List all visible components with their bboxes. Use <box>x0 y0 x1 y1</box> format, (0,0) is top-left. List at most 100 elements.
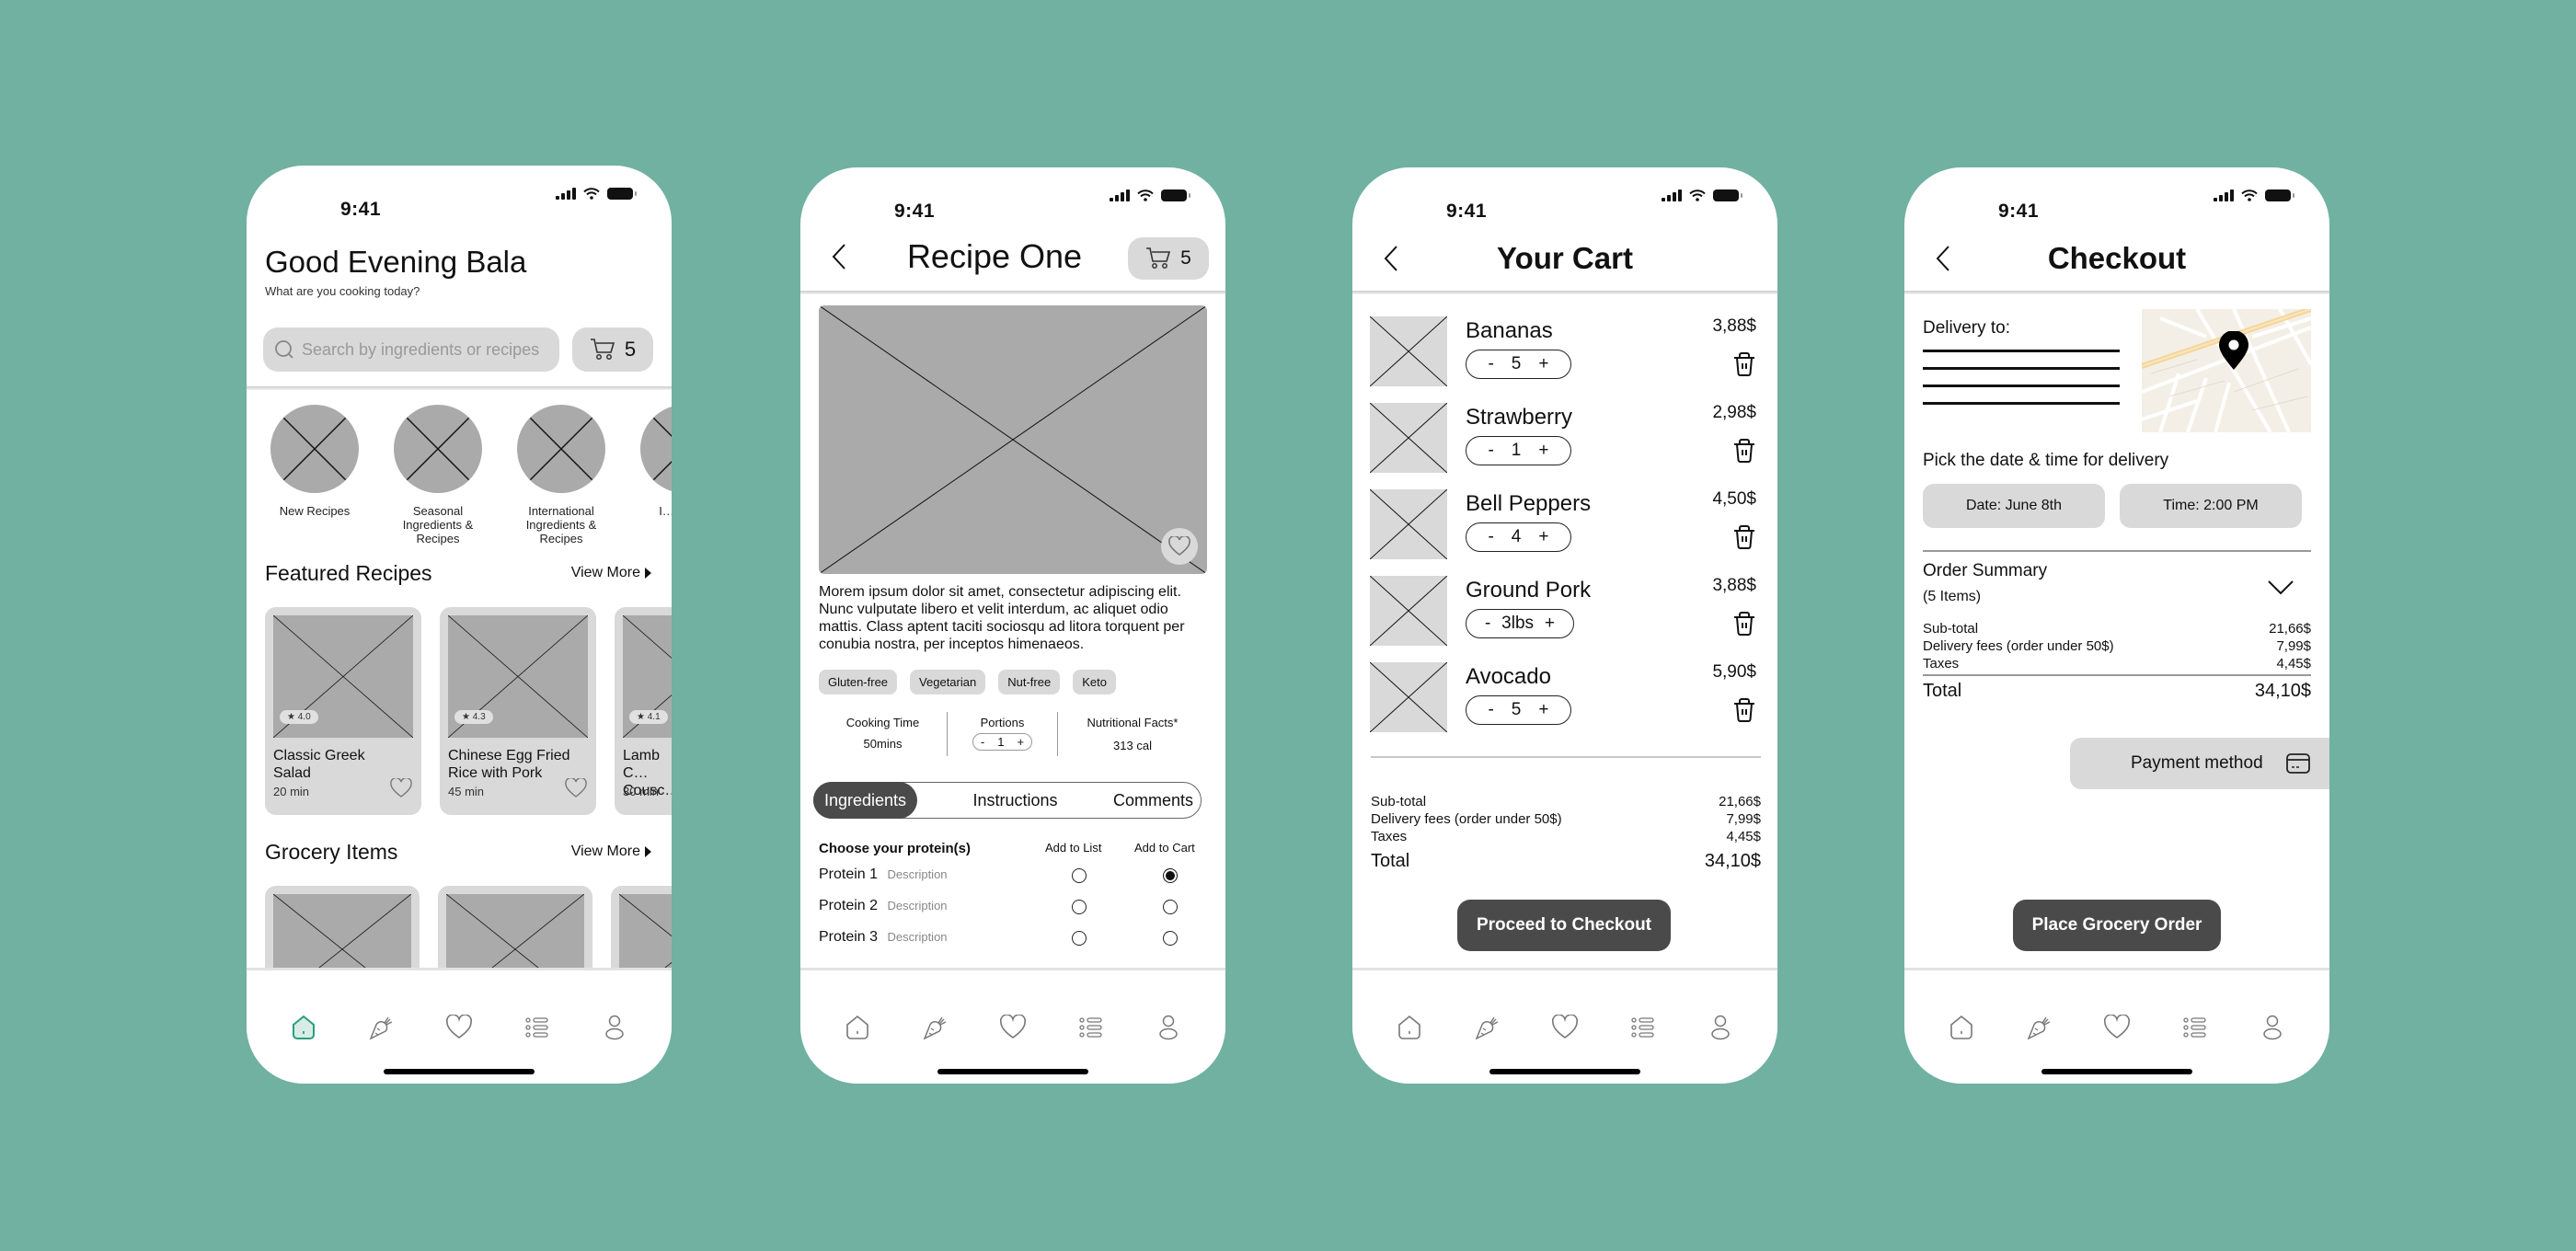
tag-chip[interactable]: Vegetarian <box>910 670 986 694</box>
tab-home[interactable] <box>841 1011 874 1044</box>
tab-lists[interactable] <box>1627 1011 1660 1044</box>
address-lines <box>1923 350 2120 405</box>
favorite-heart-icon[interactable] <box>565 778 587 798</box>
trash-icon[interactable] <box>1732 438 1756 464</box>
tab-recipes[interactable] <box>2023 1011 2056 1044</box>
tab-recipes[interactable] <box>1471 1011 1504 1044</box>
cart-button[interactable]: 5 <box>572 327 653 372</box>
proceed-to-checkout-button[interactable]: Proceed to Checkout <box>1457 900 1671 951</box>
tab-favorites[interactable] <box>2100 1011 2133 1044</box>
subtotal-row: Sub-total 21,66$ <box>1371 794 1761 809</box>
tab-ingredients[interactable]: Ingredients <box>813 782 918 819</box>
quantity-stepper[interactable]: -5 + <box>1466 695 1571 725</box>
order-summary-toggle[interactable]: Order Summary (5 Items) <box>1923 557 2311 613</box>
add-to-cart-radio[interactable] <box>1163 931 1178 946</box>
trash-icon[interactable] <box>1732 611 1756 637</box>
cart-count: 5 <box>624 338 637 361</box>
quantity-stepper[interactable]: -5 + <box>1466 350 1571 379</box>
favorite-button[interactable] <box>1161 528 1198 565</box>
search-input[interactable]: Search by ingredients or recipes <box>263 327 559 372</box>
payment-method-button[interactable]: Payment method <box>2070 738 2329 789</box>
tab-home[interactable] <box>1393 1011 1426 1044</box>
increment-button[interactable]: + <box>1017 735 1024 749</box>
increment-button[interactable]: + <box>1538 354 1548 374</box>
nutrition-stat: Nutritional Facts* 313 cal <box>1058 712 1207 756</box>
pick-date-time-label: Pick the date & time for delivery <box>1923 451 2169 470</box>
quantity-stepper[interactable]: -3lbs + <box>1466 609 1574 638</box>
quantity-value: 1 <box>1511 441 1522 460</box>
quantity-stepper[interactable]: -1 + <box>1466 436 1571 465</box>
status-time: 9:41 <box>1998 201 2040 222</box>
trash-icon[interactable] <box>1732 524 1756 550</box>
tab-favorites[interactable] <box>443 1011 476 1044</box>
add-to-list-radio[interactable] <box>1072 900 1087 914</box>
increment-button[interactable]: + <box>1538 441 1548 461</box>
tab-profile[interactable] <box>1704 1011 1737 1044</box>
tab-home[interactable] <box>287 1011 320 1044</box>
add-to-cart-radio[interactable] <box>1163 900 1178 914</box>
delivery-map[interactable] <box>2142 309 2311 432</box>
decrement-button[interactable]: - <box>1488 354 1493 374</box>
product-price: 2,98$ <box>1712 403 1756 422</box>
tab-home[interactable] <box>1945 1011 1978 1044</box>
tab-instructions[interactable]: Instructions <box>917 791 1113 810</box>
trash-icon[interactable] <box>1732 351 1756 377</box>
view-more-label: View More <box>570 844 640 859</box>
tag-chip[interactable]: Nut-free <box>998 670 1061 694</box>
decrement-button[interactable]: - <box>1488 441 1493 461</box>
date-picker-button[interactable]: Date: June 8th <box>1923 484 2105 528</box>
tab-profile[interactable] <box>598 1011 631 1044</box>
product-name: Bell Peppers <box>1466 491 1592 516</box>
add-to-list-radio[interactable] <box>1072 868 1087 883</box>
portions-stepper[interactable]: - 1 + <box>972 733 1033 751</box>
tab-lists[interactable] <box>521 1011 554 1044</box>
featured-view-more-link[interactable]: View More <box>571 565 651 581</box>
favorite-heart-icon[interactable] <box>390 778 412 798</box>
recipe-card[interactable]: ★ 4.0 Classic Greek Salad 20 min <box>265 607 421 815</box>
stat-label: Cooking Time <box>845 716 920 729</box>
carrot-icon <box>1475 1016 1498 1040</box>
category-item[interactable]: International Ingredients & Recipes <box>517 405 605 545</box>
tab-comments[interactable]: Comments <box>1113 791 1201 810</box>
tab-profile[interactable] <box>1152 1011 1185 1044</box>
tab-recipes[interactable] <box>365 1011 398 1044</box>
category-image <box>517 405 605 493</box>
product-name: Ground Pork <box>1466 578 1592 603</box>
tab-recipes[interactable] <box>919 1011 952 1044</box>
tag-chip[interactable]: Gluten-free <box>819 670 898 694</box>
trash-icon[interactable] <box>1732 697 1756 723</box>
increment-button[interactable]: + <box>1545 614 1555 634</box>
category-item[interactable]: New Recipes <box>270 405 359 545</box>
protein-name: Protein 1 <box>819 867 879 882</box>
recipe-card[interactable]: ★ 4.3 Chinese Egg Fried Rice with Pork 4… <box>440 607 596 815</box>
tab-profile[interactable] <box>2256 1011 2289 1044</box>
tag-chip[interactable]: Keto <box>1073 670 1116 694</box>
decrement-button[interactable]: - <box>1488 527 1493 547</box>
cart-icon <box>590 339 615 360</box>
checkout-screen: 9:41 Checkout Delivery to: Pick the date… <box>1904 167 2329 1084</box>
category-item[interactable]: Seasonal Ingredients & Recipes <box>394 405 482 545</box>
product-price: 3,88$ <box>1712 316 1756 336</box>
increment-button[interactable]: + <box>1538 527 1548 547</box>
cart-button[interactable]: 5 <box>1128 237 1209 280</box>
increment-button[interactable]: + <box>1538 700 1548 720</box>
decrement-button[interactable]: - <box>981 735 984 749</box>
quantity-stepper[interactable]: -4 + <box>1466 522 1571 552</box>
add-to-list-radio[interactable] <box>1072 931 1087 946</box>
decrement-button[interactable]: - <box>1488 700 1493 720</box>
home-icon <box>1398 1015 1420 1039</box>
add-to-cart-radio[interactable] <box>1163 868 1178 883</box>
category-item[interactable]: I… Ingr… <box>640 405 672 545</box>
decrement-button[interactable]: - <box>1485 614 1490 634</box>
time-picker-button[interactable]: Time: 2:00 PM <box>2120 484 2302 528</box>
quantity-value: 4 <box>1511 527 1522 546</box>
items-count: (5 Items) <box>1923 589 1982 604</box>
tab-lists[interactable] <box>2179 1011 2212 1044</box>
grocery-view-more-link[interactable]: View More <box>571 844 651 860</box>
place-order-button[interactable]: Place Grocery Order <box>2013 900 2221 951</box>
tab-favorites[interactable] <box>1548 1011 1581 1044</box>
tab-lists[interactable] <box>1075 1011 1108 1044</box>
category-label: International Ingredients & Recipes <box>525 504 597 545</box>
tab-favorites[interactable] <box>996 1011 1029 1044</box>
recipe-card[interactable]: ★ 4.1 Lamb C… Cousc… 30 min <box>615 607 672 815</box>
